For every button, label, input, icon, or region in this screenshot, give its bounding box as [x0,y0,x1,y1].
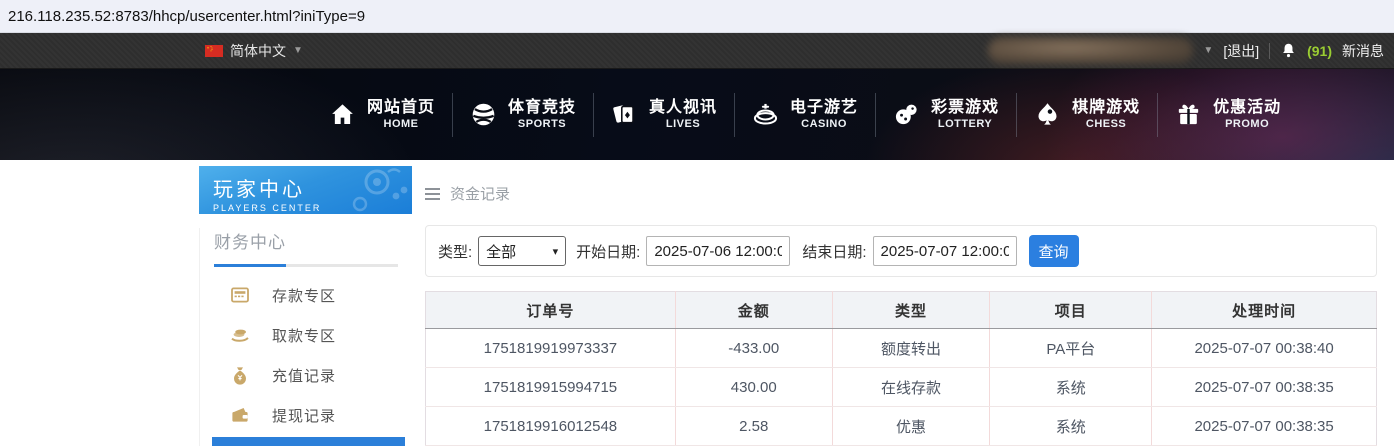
sidebar-item-label: 充值记录 [272,367,337,385]
playing-cards-icon [613,105,634,124]
browser-url-bar[interactable]: 216.118.235.52:8783/hhcp/usercenter.html… [0,0,1394,33]
withdraw-icon [231,329,249,342]
nav-item-lottery[interactable]: 彩票游戏 LOTTERY [876,98,1016,132]
home-icon [332,104,353,124]
nav-item-casino[interactable]: 电子游艺 CASINO [735,98,875,132]
col-type: 类型 [832,291,991,329]
breadcrumb: 资金记录 [425,183,1377,204]
language-selector[interactable]: 简体中文 ▼ [205,41,303,61]
sidebar-item-withdraw-record[interactable]: 提现记录 [200,395,412,435]
url-text: 216.118.235.52:8783/hhcp/usercenter.html… [8,7,366,25]
wallet-icon [232,408,248,422]
roulette-icon [753,103,778,125]
nav-item-sports[interactable]: 体育竞技 SPORTS [453,98,593,132]
filter-bar: 类型: 全部 ▾ 开始日期: 结束日期: 查询 [425,225,1377,277]
gamepad-watermark-icon [352,168,408,212]
chevron-down-icon: ▾ [552,245,559,258]
funds-record-table: 订单号 金额 类型 项目 处理时间 1751819919973337 -433.… [425,291,1377,446]
table-header-row: 订单号 金额 类型 项目 处理时间 [425,291,1377,329]
sidebar-item-label: 提现记录 [272,407,337,425]
cell-process-time: 2025-07-07 00:38:40 [1151,328,1377,368]
cell-order-no: 1751819919973337 [425,328,676,368]
chevron-down-icon[interactable]: ▼ [1203,45,1213,56]
main-navbar: 网站首页 HOME 体育竞技 SPORTS 真人视讯 LIVES 电子游艺 CA… [0,69,1394,160]
type-select-value: 全部 [486,243,517,261]
breadcrumb-label: 资金记录 [450,186,511,203]
deposit-icon [231,287,249,303]
sidebar-item-recharge-record[interactable]: 充值记录 [200,355,412,395]
type-label: 类型: [438,243,473,261]
cell-amount: 430.00 [675,367,833,407]
sidebar-item-label: 取款专区 [272,327,337,345]
cell-type: 在线存款 [832,367,991,407]
menu-icon [425,187,440,200]
cell-project: PA平台 [989,328,1153,368]
end-date-input[interactable] [872,236,1017,266]
gift-icon [1178,104,1199,125]
nav-item-promo[interactable]: 优惠活动 PROMO [1158,98,1298,132]
col-amount: 金额 [675,291,833,329]
table-row: 1751819915994715 430.00 在线存款 系统 2025-07-… [425,367,1377,407]
query-button[interactable]: 查询 [1028,235,1079,267]
table-row: 1751819919973337 -433.00 额度转出 PA平台 2025-… [425,328,1377,368]
sidebar-header: 玩家中心 PLAYERS CENTER [199,166,412,214]
col-order-no: 订单号 [425,291,676,329]
sidebar-item-label: 存款专区 [272,287,337,305]
new-messages-link[interactable]: 新消息 [1342,41,1384,61]
section-underline [214,264,398,267]
divider [1269,42,1271,59]
money-bag-icon [234,367,246,385]
nav-item-chess[interactable]: 棋牌游戏 CHESS [1017,98,1157,132]
end-date-label: 结束日期: [802,243,867,261]
chevron-down-icon: ▼ [293,45,303,56]
logout-link[interactable]: [退出] [1223,41,1259,61]
spade-icon [1038,103,1057,125]
bell-icon[interactable] [1280,42,1297,59]
cell-project: 系统 [989,406,1153,446]
table-row: 1751819916012548 2.58 优惠 系统 2025-07-07 0… [425,406,1377,446]
sidebar-item-withdraw[interactable]: 取款专区 [200,315,412,355]
cell-type: 额度转出 [832,328,991,368]
sports-ball-icon [472,103,495,126]
type-select[interactable]: 全部 ▾ [478,236,567,266]
nav-item-lives[interactable]: 真人视讯 LIVES [594,98,734,132]
cell-project: 系统 [989,367,1153,407]
start-date-input[interactable] [646,236,791,266]
cell-amount: -433.00 [675,328,833,368]
col-project: 项目 [989,291,1153,329]
lottery-balls-icon [895,104,917,125]
player-center-sidebar: 玩家中心 PLAYERS CENTER 财务中心 存款专区 取款专区 充值记录 … [199,166,412,446]
cell-type: 优惠 [832,406,991,446]
col-process-time: 处理时间 [1151,291,1377,329]
sidebar-item-deposit[interactable]: 存款专区 [200,275,412,315]
nav-item-home[interactable]: 网站首页 HOME [312,98,452,132]
site-topbar: 简体中文 ▼ ▼ [退出] (91) 新消息 [0,33,1394,69]
cell-order-no: 1751819916012548 [425,406,676,446]
message-count[interactable]: (91) [1307,43,1332,59]
sidebar-item-funds-record[interactable]: 资金记录 › [212,437,405,446]
cell-process-time: 2025-07-07 00:38:35 [1151,367,1377,407]
cell-order-no: 1751819915994715 [425,367,676,407]
finance-section-title: 财务中心 [214,233,286,252]
cell-amount: 2.58 [675,406,833,446]
china-flag-icon [205,44,223,57]
start-date-label: 开始日期: [576,243,641,261]
username-redacted[interactable] [988,37,1194,64]
language-label: 简体中文 [230,42,286,59]
cell-process-time: 2025-07-07 00:38:35 [1151,406,1377,446]
